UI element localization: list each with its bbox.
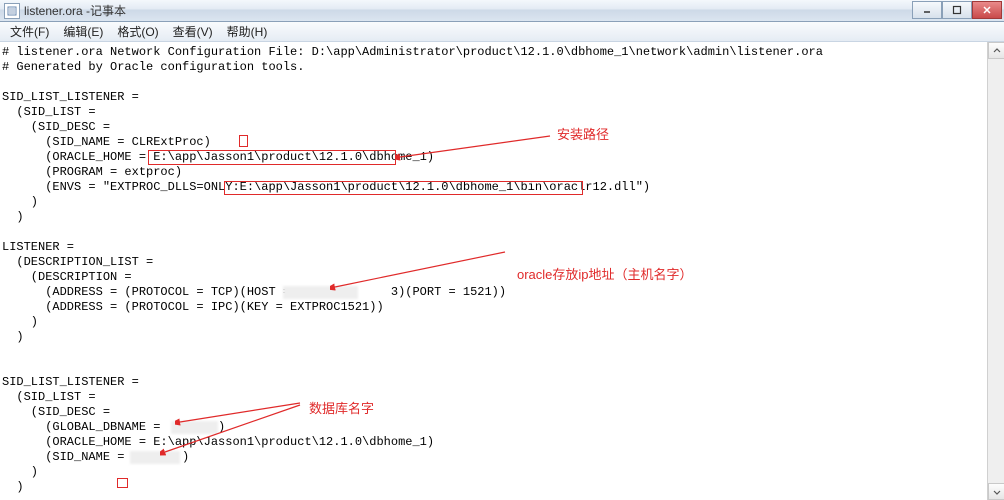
menu-view[interactable]: 查看(V) — [166, 22, 220, 41]
chevron-up-icon — [993, 47, 1001, 55]
menu-format[interactable]: 格式(O) — [110, 22, 165, 41]
menu-help[interactable]: 帮助(H) — [220, 22, 275, 41]
close-button[interactable] — [972, 1, 1002, 19]
window-buttons — [912, 1, 1002, 19]
blur-sid-name — [130, 451, 180, 464]
maximize-icon — [952, 5, 962, 15]
scroll-up-button[interactable] — [988, 42, 1004, 59]
menu-file[interactable]: 文件(F) — [3, 22, 56, 41]
scroll-down-button[interactable] — [988, 483, 1004, 500]
editor-text[interactable]: # listener.ora Network Configuration Fil… — [2, 45, 823, 495]
menu-edit[interactable]: 编辑(E) — [56, 22, 110, 41]
notepad-icon — [4, 3, 20, 19]
blur-host — [283, 286, 358, 299]
editor-area[interactable]: # listener.ora Network Configuration Fil… — [0, 42, 1004, 500]
window-title-separator: - — [83, 4, 90, 18]
anno-label-ip-address: oracle存放ip地址（主机名字） — [517, 264, 693, 283]
menubar: 文件(F) 编辑(E) 格式(O) 查看(V) 帮助(H) — [0, 22, 1004, 42]
maximize-button[interactable] — [942, 1, 972, 19]
window-titlebar: listener.ora - 记事本 — [0, 0, 1004, 22]
anno-label-install-path: 安装路径 — [557, 124, 609, 143]
blur-global-dbname — [171, 421, 218, 434]
window-title-filename: listener.ora — [24, 4, 83, 18]
minimize-icon — [922, 5, 932, 15]
minimize-button[interactable] — [912, 1, 942, 19]
chevron-down-icon — [993, 488, 1001, 496]
anno-label-db-name: 数据库名字 — [309, 398, 374, 417]
vertical-scrollbar[interactable] — [987, 42, 1004, 500]
window-title-appname: 记事本 — [90, 2, 126, 19]
close-icon — [982, 5, 992, 15]
